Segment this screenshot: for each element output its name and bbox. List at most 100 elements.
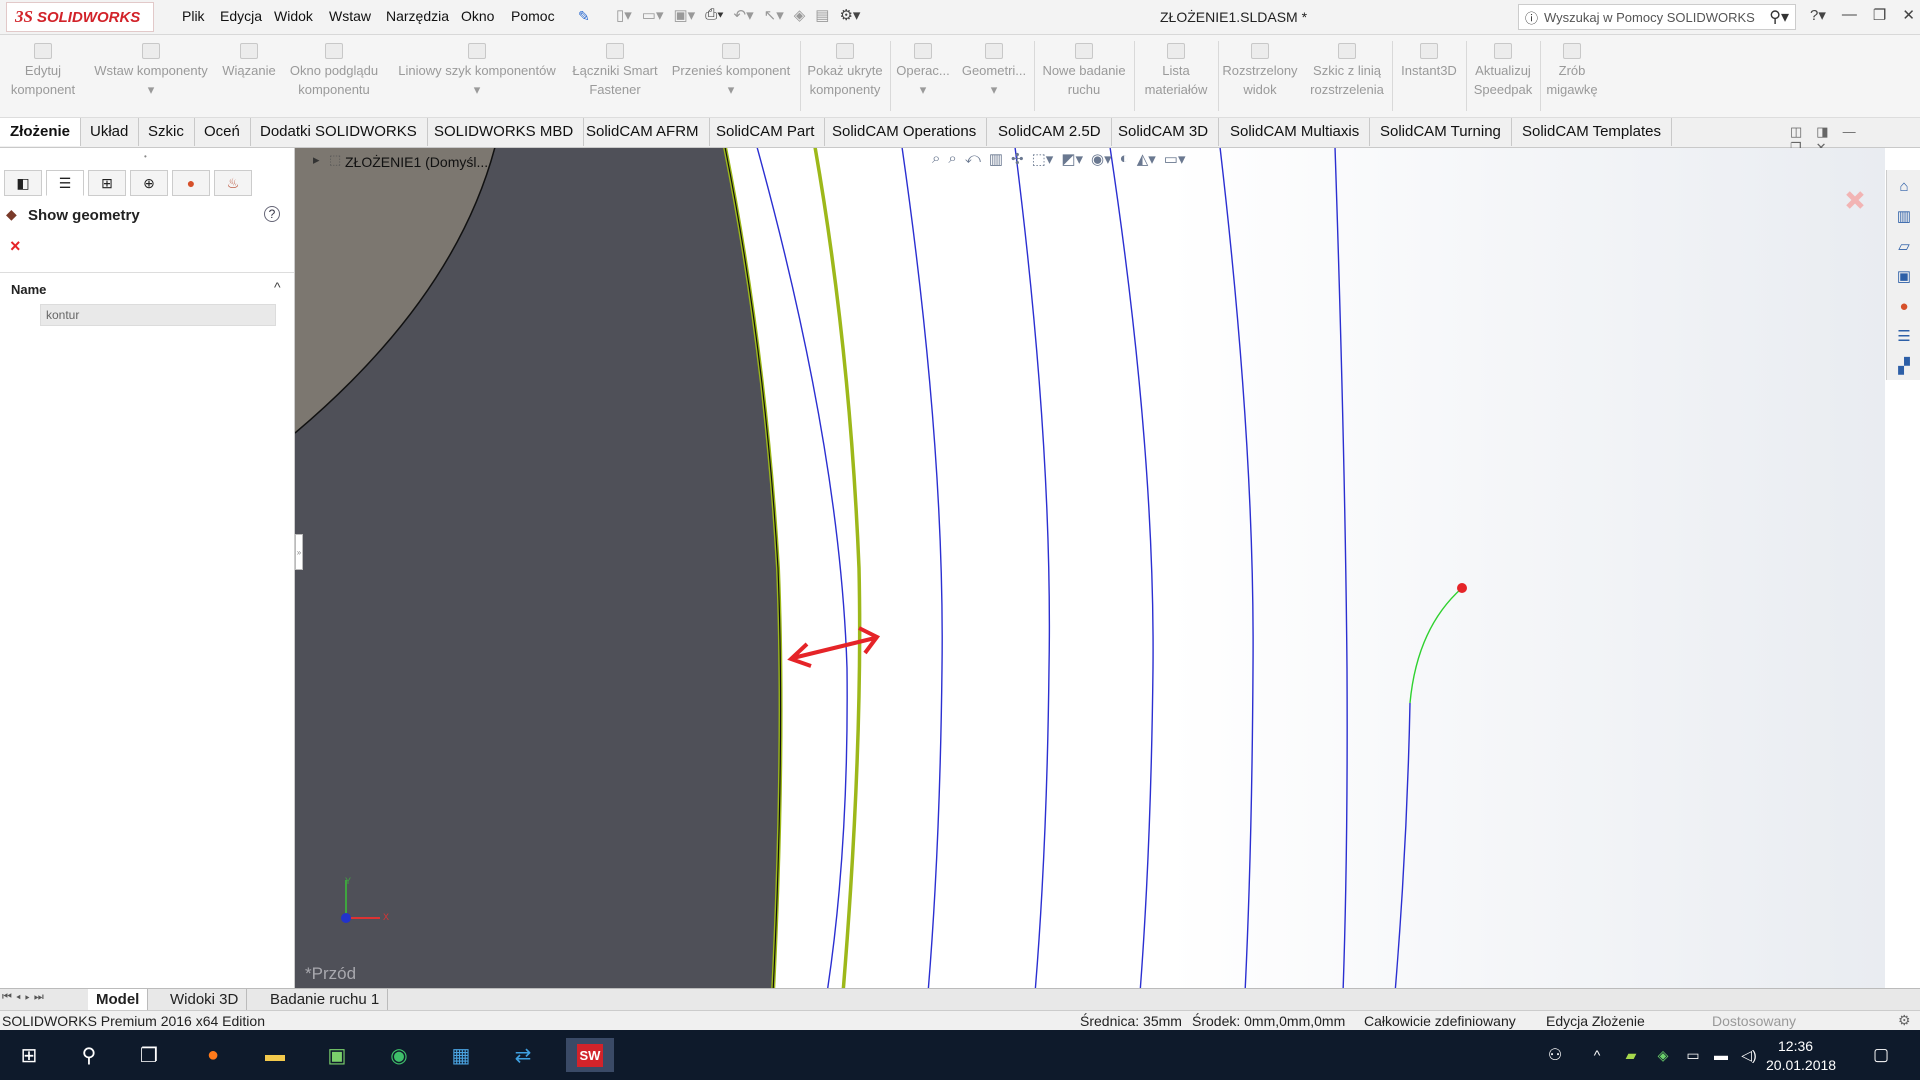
design-library-icon[interactable]: ▥: [1889, 202, 1919, 230]
defender-icon[interactable]: ◈: [1646, 1038, 1680, 1072]
print-icon[interactable]: ⎙▾: [705, 6, 723, 24]
cmd-instant3d[interactable]: Instant3D: [1394, 43, 1464, 80]
restore-icon[interactable]: ❐: [1873, 6, 1886, 24]
tab-solidcam-part[interactable]: SolidCAM Part: [706, 118, 826, 146]
cmd-smart-fastener[interactable]: Łączniki Smart Fastener: [568, 43, 662, 99]
configuration-manager-tab[interactable]: ⊞: [88, 170, 126, 196]
tab-solidcam-templates[interactable]: SolidCAM Templates: [1512, 118, 1672, 146]
help-search-input[interactable]: Wyszukaj w Pomocy SOLIDWORKS: [1544, 10, 1755, 25]
start-point-marker[interactable]: [1457, 583, 1467, 593]
minimize-icon[interactable]: —: [1842, 6, 1857, 24]
tab-scroll-arrows[interactable]: ⏮◂▸⏭: [2, 991, 48, 1004]
tab-solidcam-3d[interactable]: SolidCAM 3D: [1108, 118, 1220, 146]
units-selector[interactable]: Dostosowany: [1712, 1013, 1796, 1029]
solidworks-logo[interactable]: 3S SOLIDWORKS: [6, 2, 154, 32]
tray-app-icon[interactable]: ▰: [1614, 1038, 1648, 1072]
tab-model[interactable]: Model: [88, 989, 149, 1010]
panel-splitter[interactable]: •: [144, 152, 147, 161]
cmd-linear-pattern[interactable]: Liniowy szyk komponentów ▾: [390, 43, 564, 99]
forum-icon[interactable]: ▞: [1889, 352, 1919, 380]
tab-widoki-3d[interactable]: Widoki 3D: [162, 989, 248, 1010]
menu-okno[interactable]: Okno: [461, 8, 494, 24]
help-button[interactable]: ?: [264, 206, 280, 222]
tab-solidcam-turning[interactable]: SolidCAM Turning: [1370, 118, 1512, 146]
tree-root-label[interactable]: ZŁOŻENIE1 (Domyśl...: [345, 154, 488, 170]
zoom-area-icon[interactable]: ⌕: [948, 150, 956, 168]
dimxpert-tab[interactable]: ⊕: [130, 170, 168, 196]
solidworks-taskbar-icon[interactable]: SW: [566, 1038, 614, 1072]
appearances-icon[interactable]: ●: [1889, 292, 1919, 320]
previous-view-icon[interactable]: ⤺: [965, 150, 981, 168]
graphics-viewport[interactable]: ▸ ⬚ ZŁOŻENIE1 (Domyśl... Y X *Przód »: [295, 148, 1885, 988]
messaging-app-icon[interactable]: ▦: [444, 1038, 478, 1072]
cmd-mate[interactable]: Wiązanie: [218, 43, 280, 80]
cmd-features[interactable]: Operac... ▾: [892, 43, 954, 99]
cmd-new-motion-study[interactable]: Nowe badanie ruchu: [1036, 43, 1132, 99]
new-document-icon[interactable]: ▯▾: [616, 6, 632, 24]
notifications-icon[interactable]: ▢: [1864, 1038, 1898, 1072]
tab-mbd[interactable]: SOLIDWORKS MBD: [424, 118, 585, 146]
people-icon[interactable]: ⚇: [1538, 1038, 1572, 1072]
menu-edycja[interactable]: Edycja: [220, 8, 262, 24]
menu-narzedzia[interactable]: Narzędzia: [386, 8, 449, 24]
tab-solidcam-multiaxis[interactable]: SolidCAM Multiaxis: [1220, 118, 1371, 146]
panel-collapse-handle[interactable]: »: [295, 534, 303, 570]
close-panel-button[interactable]: ×: [10, 236, 21, 257]
tray-overflow-icon[interactable]: ^: [1580, 1038, 1614, 1072]
custom-properties-icon[interactable]: ☰: [1889, 322, 1919, 350]
menu-wstaw[interactable]: Wstaw: [329, 8, 371, 24]
section-view-icon[interactable]: ▥: [989, 150, 1003, 168]
zoom-to-fit-icon[interactable]: ⌕: [932, 150, 940, 168]
display-style-icon[interactable]: ◩▾: [1061, 150, 1083, 168]
cmd-exploded-view[interactable]: Rozstrzelony widok: [1220, 43, 1300, 99]
view-palette-icon[interactable]: ▣: [1889, 262, 1919, 290]
display-manager-tab[interactable]: ●: [172, 170, 210, 196]
dynamic-annotation-icon[interactable]: ✣: [1011, 150, 1024, 168]
cmd-show-hidden[interactable]: Pokaż ukryte komponenty: [802, 43, 888, 99]
file-properties-icon[interactable]: ▤: [815, 6, 829, 24]
collapse-chevron-icon[interactable]: ^: [274, 279, 281, 295]
name-value-field[interactable]: kontur: [40, 304, 276, 326]
task-view-icon[interactable]: ❐: [132, 1038, 166, 1072]
tab-ocen[interactable]: Oceń: [194, 118, 251, 146]
clock-date[interactable]: 20.01.2018: [1766, 1057, 1836, 1073]
clock-time[interactable]: 12:36: [1778, 1038, 1813, 1054]
menu-pomoc[interactable]: Pomoc: [511, 8, 555, 24]
tab-solidcam-25d[interactable]: SolidCAM 2.5D: [988, 118, 1112, 146]
tab-badanie-ruchu[interactable]: Badanie ruchu 1: [262, 989, 389, 1010]
options-gear-icon[interactable]: ⚙▾: [839, 6, 860, 24]
tab-szkic[interactable]: Szkic: [138, 118, 195, 146]
help-search-box[interactable]: ⓘ Wyszukaj w Pomocy SOLIDWORKS ⚲▾: [1518, 4, 1796, 30]
apply-scene-icon[interactable]: ◭▾: [1137, 150, 1156, 168]
cmd-explode-line-sketch[interactable]: Szkic z linią rozstrzelenia: [1304, 43, 1390, 99]
view-settings-icon[interactable]: ▭▾: [1164, 150, 1186, 168]
tab-dodatki[interactable]: Dodatki SOLIDWORKS: [250, 118, 428, 146]
tree-expand-arrow[interactable]: ▸: [313, 152, 320, 168]
cmd-move-component[interactable]: Przenieś komponent ▾: [666, 43, 796, 99]
firefox-icon[interactable]: ●: [196, 1038, 230, 1072]
cmd-reference-geometry[interactable]: Geometri... ▾: [956, 43, 1032, 99]
search-icon[interactable]: ⚲: [72, 1038, 106, 1072]
status-options-icon[interactable]: ⚙: [1898, 1012, 1911, 1029]
tab-solidcam-afrm[interactable]: SolidCAM AFRM: [576, 118, 710, 146]
property-manager-tab[interactable]: ☰: [46, 170, 84, 196]
tab-uklad[interactable]: Układ: [80, 118, 140, 146]
cmd-edit-component[interactable]: Edytuj komponent: [4, 43, 82, 99]
volume-icon[interactable]: ◁): [1732, 1038, 1766, 1072]
file-explorer-icon[interactable]: ▬: [258, 1038, 292, 1072]
home-icon[interactable]: ⌂: [1889, 172, 1919, 200]
windows-start-icon[interactable]: ⊞: [12, 1038, 46, 1072]
tab-zlozenie[interactable]: Złożenie: [0, 118, 82, 146]
tab-solidcam-operations[interactable]: SolidCAM Operations: [822, 118, 988, 146]
hide-show-items-icon[interactable]: ◉▾: [1091, 150, 1112, 168]
edit-appearance-icon[interactable]: ◐: [1120, 150, 1129, 168]
photo-app-icon[interactable]: ▣: [320, 1038, 354, 1072]
select-icon[interactable]: ↖▾: [764, 6, 784, 24]
green-app-icon[interactable]: ◉: [382, 1038, 416, 1072]
cmd-update-speedpak[interactable]: Aktualizuj Speedpak: [1468, 43, 1538, 99]
help-menu-icon[interactable]: ?▾: [1810, 6, 1826, 24]
file-explorer-icon[interactable]: ▱: [1889, 232, 1919, 260]
pin-icon[interactable]: ✎: [578, 8, 590, 25]
save-icon[interactable]: ▣▾: [674, 6, 696, 24]
cmd-component-preview[interactable]: Okno podglądu komponentu: [284, 43, 384, 99]
